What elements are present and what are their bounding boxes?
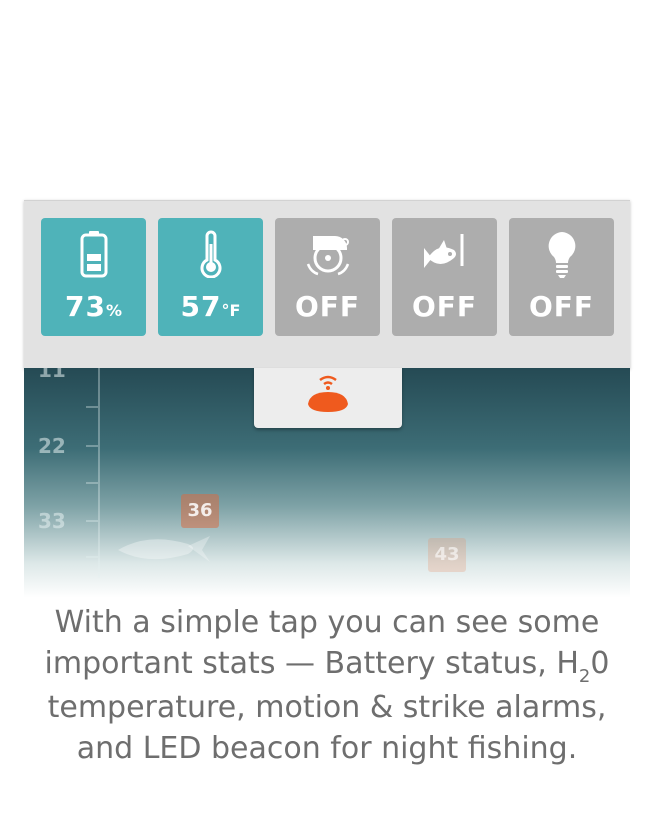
stats-toggle-tab[interactable] bbox=[254, 368, 402, 428]
depth-tick bbox=[86, 406, 98, 408]
depth-label: 22 bbox=[38, 434, 66, 458]
depth-label: 11 bbox=[38, 368, 66, 382]
battery-unit: % bbox=[105, 301, 122, 320]
strike-alarm-value: OFF bbox=[411, 290, 478, 323]
depth-label: 33 bbox=[38, 509, 66, 533]
fish-strike-icon bbox=[423, 234, 463, 268]
temperature-value: 57 bbox=[180, 290, 222, 323]
motion-alarm-tile[interactable]: OFF bbox=[275, 218, 380, 336]
fish-depth-badge: 43 bbox=[428, 538, 466, 572]
light-bulb-icon bbox=[548, 232, 575, 278]
battery-tile[interactable]: 73% bbox=[41, 218, 146, 336]
caption-subscript: 2 bbox=[578, 665, 591, 687]
depth-tick bbox=[86, 556, 98, 558]
fish-silhouette-icon bbox=[118, 536, 210, 562]
led-beacon-value: OFF bbox=[528, 290, 595, 323]
stats-panel: 73% 57°F OFF OFF OFF bbox=[24, 200, 630, 369]
caption: With a simple tap you can see some impor… bbox=[20, 603, 634, 769]
depth-tick bbox=[86, 520, 98, 522]
motion-alarm-value: OFF bbox=[294, 290, 361, 323]
thermometer-icon bbox=[200, 230, 221, 278]
temperature-tile[interactable]: 57°F bbox=[158, 218, 263, 336]
depth-tick bbox=[86, 445, 98, 447]
fish-depth-badge: 36 bbox=[181, 494, 219, 528]
depth-axis bbox=[98, 368, 100, 578]
temperature-unit: °F bbox=[221, 301, 241, 320]
sonar-device-icon bbox=[308, 375, 348, 412]
depth-tick bbox=[86, 482, 98, 484]
battery-icon bbox=[80, 231, 107, 278]
strike-alarm-tile[interactable]: OFF bbox=[392, 218, 497, 336]
caption-text-part1: With a simple tap you can see some impor… bbox=[44, 605, 600, 681]
led-beacon-tile[interactable]: OFF bbox=[509, 218, 614, 336]
battery-value: 73 bbox=[65, 290, 106, 323]
alarm-bell-icon bbox=[306, 236, 349, 276]
